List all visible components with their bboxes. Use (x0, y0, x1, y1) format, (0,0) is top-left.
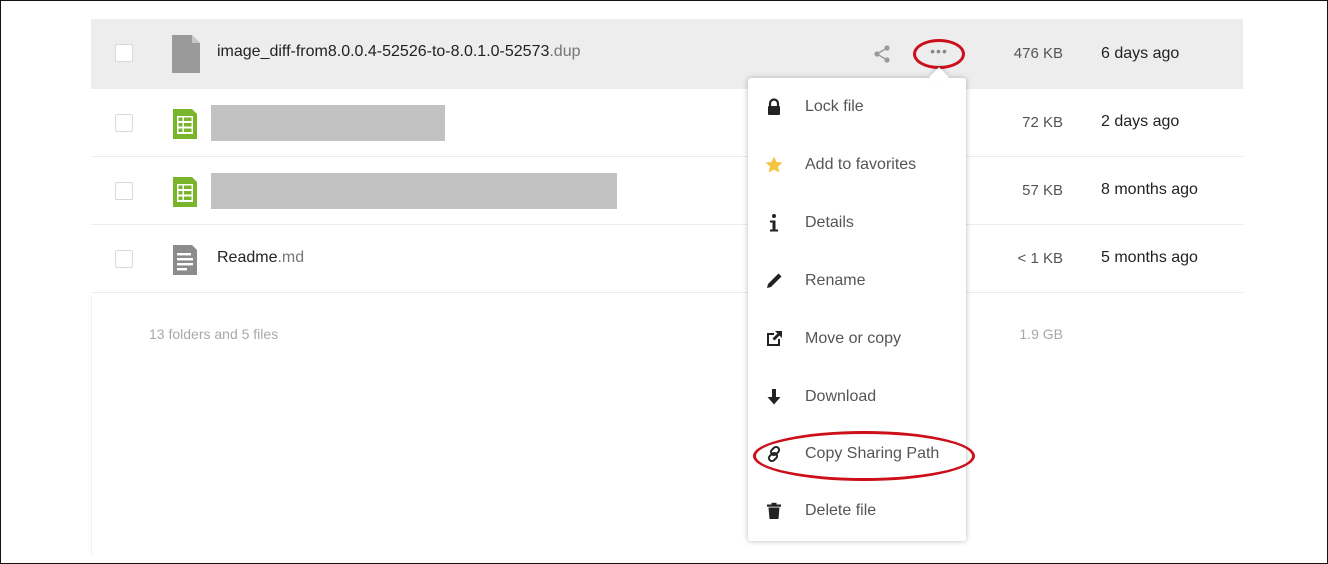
file-row[interactable]: 57 KB 8 months ago (91, 157, 1243, 225)
menu-item-copy-sharing-path[interactable]: Copy Sharing Path (748, 435, 966, 475)
spreadsheet-icon (173, 177, 197, 207)
menu-item-label: Details (805, 214, 854, 231)
menu-item-label: Download (805, 388, 877, 405)
file-extension: .dup (549, 43, 581, 60)
menu-item-move-or-copy[interactable]: Move or copy (748, 320, 966, 360)
menu-item-rename[interactable]: Rename (748, 262, 966, 302)
file-actions-menu: Lock file Add to favorites Details Renam… (748, 78, 966, 541)
menu-item-label: Rename (805, 272, 866, 289)
file-size: 476 KB (1013, 45, 1063, 62)
file-row[interactable]: 72 KB 2 days ago (91, 89, 1243, 157)
redacted-file-name (211, 105, 445, 141)
ellipsis-icon: ••• (930, 43, 948, 59)
row-checkbox[interactable] (115, 182, 133, 200)
lock-icon (764, 97, 784, 117)
file-size: 72 KB (1022, 114, 1063, 131)
file-row[interactable]: Readme.md < 1 KB 5 months ago (91, 225, 1243, 293)
summary-row: 13 folders and 5 files 1.9 GB (91, 293, 1243, 373)
file-name-base: image_diff-from8.0.0.4-52526-to-8.0.1.0-… (217, 43, 550, 60)
menu-item-details[interactable]: Details (748, 204, 966, 244)
text-file-icon (173, 245, 197, 275)
menu-item-label: Lock file (805, 98, 864, 115)
divider (91, 296, 92, 556)
trash-icon (764, 501, 784, 521)
summary-text: 13 folders and 5 files (149, 326, 279, 342)
row-checkbox[interactable] (115, 114, 133, 132)
pencil-icon (764, 271, 784, 291)
more-actions-button[interactable]: ••• (913, 39, 965, 69)
file-extension: .md (277, 249, 305, 266)
menu-item-label: Add to favorites (805, 156, 917, 173)
file-list: image_diff-from8.0.0.4-52526-to-8.0.1.0-… (91, 19, 1243, 373)
file-name-base: Readme (217, 249, 278, 266)
file-row[interactable]: image_diff-from8.0.0.4-52526-to-8.0.1.0-… (91, 19, 1243, 89)
link-icon (764, 444, 784, 464)
menu-item-label: Move or copy (805, 330, 902, 347)
file-modified: 5 months ago (1101, 249, 1198, 266)
menu-item-label: Copy Sharing Path (805, 445, 940, 462)
file-name[interactable]: Readme.md (217, 249, 304, 267)
file-name[interactable]: image_diff-from8.0.0.4-52526-to-8.0.1.0-… (217, 43, 581, 61)
share-icon[interactable] (871, 43, 893, 65)
summary-size: 1.9 GB (1019, 326, 1063, 342)
external-link-icon (764, 329, 784, 349)
redacted-file-name (211, 173, 617, 209)
menu-item-download[interactable]: Download (748, 378, 966, 418)
row-checkbox[interactable] (115, 44, 133, 62)
row-checkbox[interactable] (115, 250, 133, 268)
spreadsheet-icon (173, 109, 197, 139)
star-icon (764, 155, 784, 175)
menu-item-delete-file[interactable]: Delete file (748, 492, 966, 532)
menu-item-label: Delete file (805, 502, 877, 519)
info-icon (764, 213, 784, 233)
generic-file-icon (172, 35, 200, 73)
file-modified: 2 days ago (1101, 113, 1180, 130)
download-icon (764, 387, 784, 407)
menu-item-add-to-favorites[interactable]: Add to favorites (748, 146, 966, 186)
file-modified: 6 days ago (1101, 45, 1180, 62)
file-size: 57 KB (1022, 182, 1063, 199)
file-modified: 8 months ago (1101, 181, 1198, 198)
file-size: < 1 KB (1017, 250, 1063, 267)
menu-item-lock-file[interactable]: Lock file (748, 88, 966, 128)
